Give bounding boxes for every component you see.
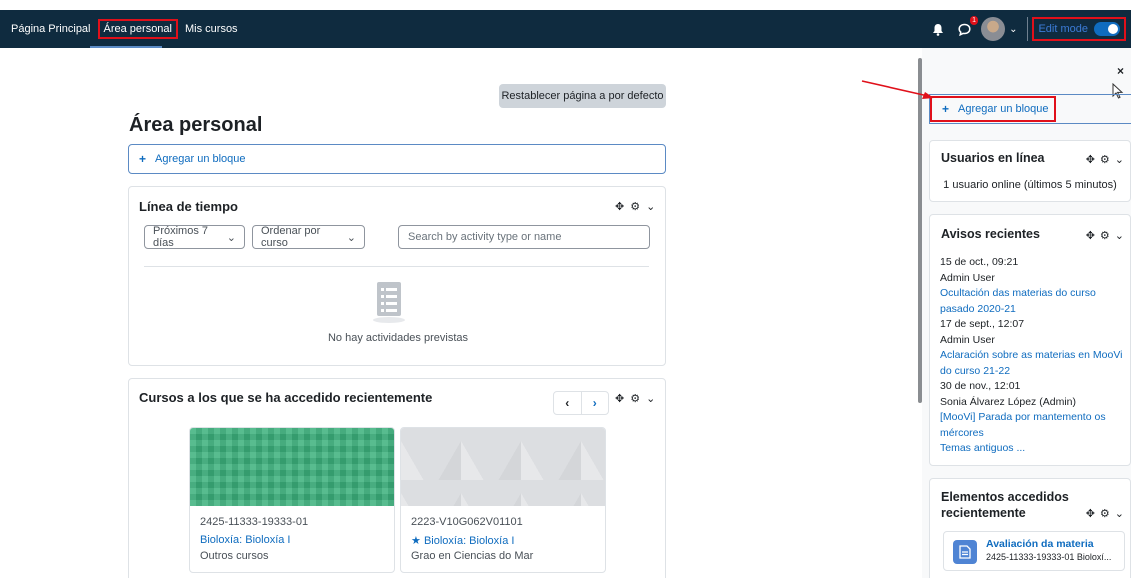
- close-drawer-button[interactable]: ×: [1117, 64, 1124, 78]
- empty-activities-icon: [373, 282, 405, 323]
- news-date: 15 de oct., 09:21: [940, 256, 1019, 268]
- move-icon[interactable]: ✥: [615, 200, 624, 213]
- bell-icon[interactable]: [929, 20, 947, 38]
- timeline-block-tools: ✥ ⚙ ⌄: [615, 200, 655, 213]
- move-icon[interactable]: ✥: [1086, 153, 1095, 166]
- edit-mode-label: Edit mode: [1038, 23, 1088, 35]
- course-code: 2223-V10G062V01101: [411, 516, 523, 528]
- news-date: 17 de sept., 12:07: [940, 318, 1025, 330]
- online-users-tools: ✥ ⚙ ⌄: [1086, 153, 1124, 166]
- nav-my-courses-link[interactable]: Mis cursos: [181, 19, 242, 39]
- timeline-title: Línea de tiempo: [139, 199, 238, 214]
- recent-courses-tools: ✥ ⚙ ⌄: [615, 392, 655, 405]
- gear-icon[interactable]: ⚙: [1100, 153, 1110, 166]
- page-title: Área personal: [129, 114, 263, 136]
- course-pager: ‹ ›: [553, 391, 609, 415]
- course-category: Outros cursos: [200, 550, 269, 562]
- star-icon: ★: [411, 535, 421, 547]
- day-filter-label: Próximos 7 días: [153, 225, 209, 249]
- recent-items-tools: ✥ ⚙ ⌄: [1086, 507, 1124, 520]
- chevron-down-icon: ⌄: [346, 231, 356, 244]
- news-author: Admin User: [940, 333, 995, 346]
- timeline-search-input[interactable]: Search by activity type or name: [398, 225, 650, 249]
- nav-dashboard-link[interactable]: Área personal: [97, 19, 178, 39]
- recent-item[interactable]: Avaliación da materia 2425-11333-19333-0…: [943, 531, 1125, 571]
- course-image[interactable]: [190, 428, 394, 506]
- timeline-sort-select[interactable]: Ordenar por curso ⌄: [252, 225, 365, 249]
- online-users-title: Usuarios en línea: [941, 151, 1045, 165]
- gear-icon[interactable]: ⚙: [630, 200, 640, 213]
- drawer-add-block-row: + Agregar un bloque: [929, 94, 1131, 124]
- plus-icon: +: [139, 152, 147, 166]
- course-name-link[interactable]: Bioloxía: Bioloxía I: [200, 534, 291, 546]
- drawer-add-block-button[interactable]: + Agregar un bloque: [930, 96, 1056, 122]
- chevron-down-icon[interactable]: ⌄: [646, 200, 655, 213]
- sort-label: Ordenar por curso: [261, 225, 321, 249]
- recent-courses-block: Cursos a los que se ha accedido reciente…: [128, 378, 666, 578]
- previous-page-button[interactable]: ‹: [554, 392, 582, 414]
- messages-icon[interactable]: 1: [955, 16, 979, 38]
- move-icon[interactable]: ✥: [1086, 507, 1095, 520]
- recent-item-title[interactable]: Avaliación da materia: [986, 538, 1094, 550]
- recent-courses-title: Cursos a los que se ha accedido reciente…: [139, 390, 433, 405]
- chevron-down-icon[interactable]: ⌄: [1115, 153, 1124, 166]
- reset-page-button[interactable]: Restablecer página a por defecto: [499, 84, 666, 108]
- plus-icon: +: [942, 102, 950, 116]
- timeline-divider: [144, 266, 649, 267]
- user-navigation: 1 ⌄ Edit mode: [929, 10, 1131, 48]
- edit-mode-switch[interactable]: Edit mode: [1032, 17, 1126, 41]
- no-activities-message: No hay actividades previstas: [327, 332, 468, 344]
- course-name-link[interactable]: Bioloxía: Bioloxía I: [424, 535, 515, 547]
- active-nav-indicator: [90, 46, 162, 48]
- course-category: Grao en Ciencias do Mar: [411, 550, 534, 562]
- news-list: 15 de oct., 09:21 Admin User Ocultación …: [940, 255, 1125, 457]
- user-avatar[interactable]: [981, 17, 1006, 41]
- news-author: Sonia Álvarez López (Admin): [940, 395, 1076, 408]
- messages-badge: 1: [970, 16, 979, 25]
- course-code: 2425-11333-19333-01: [200, 516, 309, 528]
- course-name-row[interactable]: ★ Bioloxía: Bioloxía I: [411, 534, 514, 547]
- move-icon[interactable]: ✥: [1086, 229, 1095, 242]
- add-block-button[interactable]: + Agregar un bloque: [128, 144, 666, 174]
- older-topics-link[interactable]: Temas antiguos ...: [940, 441, 1125, 457]
- recent-news-title: Avisos recientes: [941, 227, 1040, 241]
- timeline-day-filter[interactable]: Próximos 7 días ⌄: [144, 225, 245, 249]
- next-page-button[interactable]: ›: [582, 392, 609, 414]
- news-date: 30 de nov., 12:01: [940, 380, 1021, 392]
- recent-items-block: Elementos accedidos recientemente ✥ ⚙ ⌄ …: [929, 478, 1131, 578]
- edit-mode-toggle[interactable]: [1094, 22, 1120, 36]
- top-navbar: Página Principal Área personal Mis curso…: [0, 10, 1131, 48]
- nav-home-link[interactable]: Página Principal: [0, 19, 95, 39]
- timeline-block: Línea de tiempo ✥ ⚙ ⌄ Próximos 7 días ⌄ …: [128, 186, 666, 366]
- gear-icon[interactable]: ⚙: [630, 392, 640, 405]
- nav-divider: [1027, 17, 1029, 41]
- add-block-label: Agregar un bloque: [155, 153, 246, 165]
- move-icon[interactable]: ✥: [615, 392, 624, 405]
- search-placeholder: Search by activity type or name: [408, 231, 562, 243]
- chevron-down-icon[interactable]: ⌄: [646, 392, 655, 405]
- news-link[interactable]: [MooVi] Parada por mantemento os mércore…: [940, 410, 1125, 441]
- document-icon: [953, 540, 977, 564]
- news-author: Admin User: [940, 271, 995, 284]
- online-users-text: 1 usuario online (últimos 5 minutos): [943, 179, 1117, 191]
- news-link[interactable]: Aclaración sobre as materias en MooVi do…: [940, 348, 1125, 379]
- recent-news-block: Avisos recientes ✥ ⚙ ⌄ 15 de oct., 09:21…: [929, 214, 1131, 466]
- gear-icon[interactable]: ⚙: [1100, 507, 1110, 520]
- recent-items-title: Elementos accedidos recientemente: [941, 490, 1069, 520]
- course-card[interactable]: 2425-11333-19333-01 Bioloxía: Bioloxía I…: [189, 427, 395, 573]
- online-users-block: Usuarios en línea ✥ ⚙ ⌄ 1 usuario online…: [929, 140, 1131, 202]
- chevron-down-icon[interactable]: ⌄: [1115, 507, 1124, 520]
- drawer-add-block-label: Agregar un bloque: [958, 103, 1049, 115]
- chevron-down-icon[interactable]: ⌄: [1115, 229, 1124, 242]
- chevron-down-icon: ⌄: [226, 231, 236, 244]
- primary-navigation: Página Principal Área personal Mis curso…: [0, 10, 242, 48]
- news-link[interactable]: Ocultación das materias do curso pasado …: [940, 286, 1125, 317]
- course-card[interactable]: 2223-V10G062V01101 ★ Bioloxía: Bioloxía …: [400, 427, 606, 573]
- user-menu-chevron-icon[interactable]: ⌄: [1009, 24, 1017, 35]
- recent-item-subtitle: 2425-11333-19333-01 Bioloxí...: [986, 552, 1112, 562]
- course-image[interactable]: [401, 428, 605, 506]
- gear-icon[interactable]: ⚙: [1100, 229, 1110, 242]
- recent-news-tools: ✥ ⚙ ⌄: [1086, 229, 1124, 242]
